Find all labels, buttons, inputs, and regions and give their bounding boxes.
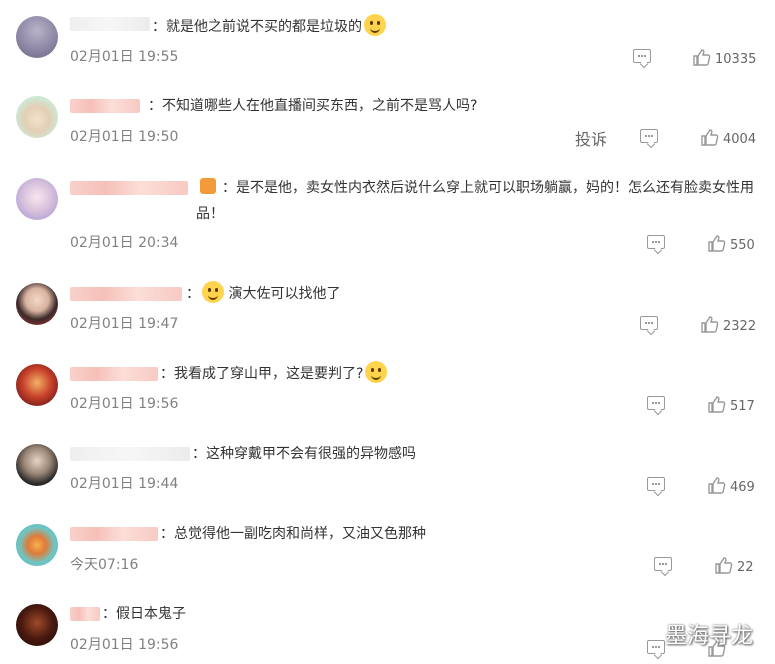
username-blurred[interactable] xyxy=(70,287,182,301)
comment-text: ：假日本鬼子 xyxy=(102,606,186,622)
comment-time: 02月01日 19:56 xyxy=(70,637,179,653)
report-link[interactable]: 投诉 xyxy=(575,126,607,150)
laughing-emoji-icon xyxy=(365,361,388,383)
watermark-text: 墨海寻龙 xyxy=(665,624,754,649)
comment-icon[interactable] xyxy=(640,316,658,330)
username-blurred[interactable] xyxy=(70,367,158,381)
comment-time: 02月01日 19:55 xyxy=(70,49,179,65)
username-blurred[interactable] xyxy=(70,99,140,113)
avatar[interactable] xyxy=(16,16,58,58)
comment-text: ：我看成了穿山甲，这是要判了? xyxy=(160,361,388,387)
like-button[interactable]: 4004 xyxy=(701,129,756,147)
comment-time: 今天07:16 xyxy=(70,557,139,573)
comment-text: ： 演大佐可以找他了 xyxy=(186,281,340,307)
comment-time: 02月01日 19:47 xyxy=(70,316,179,332)
avatar[interactable] xyxy=(16,364,58,406)
avatar[interactable] xyxy=(16,524,58,566)
like-button[interactable]: 469 xyxy=(708,477,755,495)
comment-icon[interactable] xyxy=(633,49,651,63)
like-button[interactable]: 550 xyxy=(708,235,755,253)
thumbs-up-icon xyxy=(701,316,719,333)
thumbs-up-icon xyxy=(708,235,726,252)
avatar[interactable] xyxy=(16,96,58,138)
thumbs-up-icon xyxy=(693,49,711,66)
avatar[interactable] xyxy=(16,444,58,486)
avatar[interactable] xyxy=(16,283,58,325)
comment-text: ：是不是他，卖女性内衣然后说什么穿上就可以职场躺赢，妈的！怎么还有脸卖女性用品！ xyxy=(196,178,754,222)
vip-badge-icon xyxy=(200,178,216,194)
username-blurred[interactable] xyxy=(70,181,188,195)
like-button[interactable]: 10335 xyxy=(693,49,756,67)
like-button[interactable]: 2322 xyxy=(701,316,756,334)
comment-text: ：总觉得他一副吃肉和尚样，又油又色那种 xyxy=(160,526,426,542)
comment-icon[interactable] xyxy=(647,235,665,249)
comment-icon[interactable] xyxy=(647,396,665,410)
username-blurred[interactable] xyxy=(70,607,100,621)
like-button[interactable]: 517 xyxy=(708,396,755,414)
thumbs-up-icon xyxy=(701,129,719,146)
like-button[interactable]: 22 xyxy=(715,557,754,575)
thumbs-up-icon xyxy=(708,396,726,413)
comment-text: ：不知道哪些人在他直播间买东西，之前不是骂人吗? xyxy=(148,98,478,114)
smile-emoji-icon xyxy=(364,14,386,36)
comment-time: 02月01日 19:44 xyxy=(70,476,179,492)
comment-icon[interactable] xyxy=(647,477,665,491)
avatar[interactable] xyxy=(16,604,58,646)
comment-icon[interactable] xyxy=(654,557,672,571)
comment-icon[interactable] xyxy=(640,129,658,143)
thinking-emoji-icon xyxy=(202,281,224,303)
comment-text: ：这种穿戴甲不会有很强的异物感吗 xyxy=(192,446,416,462)
avatar[interactable] xyxy=(16,178,58,220)
thumbs-up-icon xyxy=(715,557,733,574)
username-blurred[interactable] xyxy=(70,527,158,541)
username-blurred[interactable] xyxy=(70,447,190,461)
comment-time: 02月01日 19:50 xyxy=(70,129,179,145)
comment-time: 02月01日 20:34 xyxy=(70,235,179,251)
thumbs-up-icon xyxy=(708,477,726,494)
comment-time: 02月01日 19:56 xyxy=(70,396,179,412)
username-blurred[interactable] xyxy=(70,17,150,31)
comment-icon[interactable] xyxy=(647,640,665,654)
comment-text: ：就是他之前说不买的都是垃圾的 xyxy=(152,14,386,40)
